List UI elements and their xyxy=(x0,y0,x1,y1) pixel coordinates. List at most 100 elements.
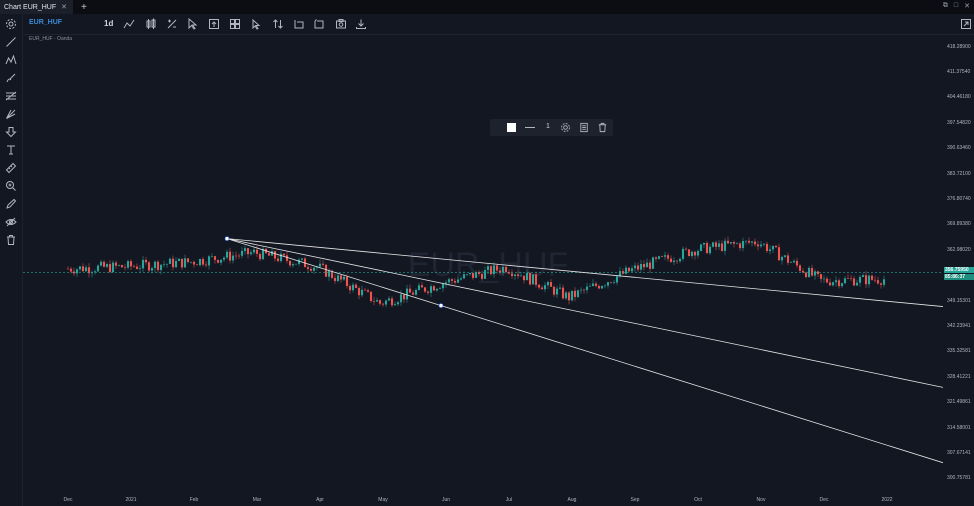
candle-body xyxy=(285,255,289,261)
candle-body xyxy=(876,280,880,284)
candle-body xyxy=(774,245,778,248)
sort-icon[interactable] xyxy=(272,18,284,30)
candle-body xyxy=(180,258,184,268)
settings-icon[interactable] xyxy=(5,18,17,30)
arrow-down-icon[interactable] xyxy=(5,126,17,138)
candle-body xyxy=(576,290,580,297)
candle-body xyxy=(441,283,445,289)
maximize-icon[interactable]: □ xyxy=(954,2,958,10)
zoom-icon[interactable] xyxy=(5,180,17,192)
price-label: 349.15301 xyxy=(947,297,971,304)
candle-body xyxy=(234,255,238,257)
trash-icon[interactable] xyxy=(5,234,17,246)
candle-body xyxy=(237,255,241,257)
candle-body xyxy=(501,266,505,273)
candle-body xyxy=(195,264,199,266)
candle-body xyxy=(822,278,826,280)
candle-body xyxy=(159,264,163,271)
tab-close-icon[interactable]: ✕ xyxy=(61,3,67,11)
candle-body xyxy=(813,271,817,276)
candle-body xyxy=(468,273,472,275)
symbol-search-button[interactable]: EUR_HUF xyxy=(29,19,62,26)
clone-icon[interactable] xyxy=(579,122,590,133)
line-style-button[interactable] xyxy=(525,127,535,128)
candle-body xyxy=(459,278,463,280)
candle-body xyxy=(120,265,124,268)
candle-body xyxy=(627,267,631,272)
candle-body xyxy=(402,294,406,300)
candle-body xyxy=(552,286,556,295)
trend-line-icon[interactable] xyxy=(5,36,17,48)
import-icon[interactable] xyxy=(208,18,220,30)
line-color-swatch[interactable] xyxy=(507,123,516,132)
candle-body xyxy=(462,274,466,279)
compare-icon[interactable] xyxy=(166,18,178,30)
download-icon[interactable] xyxy=(355,18,367,30)
layout-icon[interactable] xyxy=(313,18,325,30)
candle-body xyxy=(129,261,133,267)
cursor-icon[interactable] xyxy=(186,18,198,30)
candle-body xyxy=(846,278,850,279)
candle-body xyxy=(288,260,292,266)
fullscreen-icon[interactable] xyxy=(960,18,972,30)
interval-button[interactable]: 1d xyxy=(104,19,113,28)
candle-body xyxy=(879,283,883,285)
candle-body xyxy=(837,280,841,287)
candles-icon[interactable] xyxy=(145,18,157,30)
candle-body xyxy=(399,294,403,303)
chart-tab[interactable]: Chart EUR_HUF ✕ xyxy=(0,0,73,14)
new-tab-button[interactable]: + xyxy=(81,2,87,13)
candle-body xyxy=(426,291,430,293)
price-label: 390.63460 xyxy=(947,145,971,152)
candle-body xyxy=(270,251,274,256)
hide-icon[interactable] xyxy=(5,216,17,228)
candle-body xyxy=(765,243,769,252)
trend-lines[interactable] xyxy=(224,236,943,464)
pattern-icon[interactable] xyxy=(5,54,17,66)
candle-body xyxy=(417,285,421,290)
text-icon[interactable] xyxy=(5,144,17,156)
candle-body xyxy=(438,288,442,289)
candle-body xyxy=(591,283,595,287)
fib-icon[interactable] xyxy=(5,90,17,102)
time-label: Nov xyxy=(756,497,766,503)
candle-body xyxy=(102,261,106,267)
candle-body xyxy=(792,260,796,263)
candle-body xyxy=(231,255,235,261)
candle-body xyxy=(783,255,787,257)
candle-body xyxy=(189,261,193,263)
candle-body xyxy=(711,242,715,247)
undo-icon[interactable] xyxy=(293,18,305,30)
line-width-button[interactable]: 1 xyxy=(546,123,550,130)
candle-body xyxy=(342,276,346,280)
trend-line xyxy=(226,238,943,388)
candle-body xyxy=(870,275,874,280)
pencil-icon[interactable] xyxy=(5,198,17,210)
close-window-icon[interactable]: ✕ xyxy=(964,2,970,10)
candle-body xyxy=(273,251,277,259)
candle-body xyxy=(516,274,520,277)
brush-icon[interactable] xyxy=(5,72,17,84)
candle-body xyxy=(447,279,451,283)
window-controls: ⧉ □ ✕ xyxy=(943,2,970,10)
candle-body xyxy=(708,246,712,254)
pitchfork-icon[interactable] xyxy=(5,108,17,120)
delete-drawing-icon[interactable] xyxy=(597,122,608,133)
alert-icon[interactable] xyxy=(229,18,241,30)
candle-body xyxy=(369,291,373,302)
candle-body xyxy=(642,264,646,268)
snapshot-icon[interactable] xyxy=(335,18,347,30)
indicators-icon[interactable] xyxy=(123,18,135,30)
gear-icon[interactable] xyxy=(560,122,571,133)
candle-body xyxy=(252,249,256,253)
price-chart[interactable]: EUR_HUF xyxy=(23,34,943,491)
price-axis[interactable]: 356.75950 85:86:37 418.28900 411.37540 404… xyxy=(943,34,974,506)
select-icon[interactable] xyxy=(250,18,262,30)
restore-icon[interactable]: ⧉ xyxy=(943,2,948,10)
candle-body xyxy=(276,258,280,262)
ruler-icon[interactable] xyxy=(5,162,17,174)
candle-body xyxy=(540,287,544,290)
candle-body xyxy=(777,247,781,261)
candle-body xyxy=(300,258,304,260)
candle-body xyxy=(528,272,532,285)
